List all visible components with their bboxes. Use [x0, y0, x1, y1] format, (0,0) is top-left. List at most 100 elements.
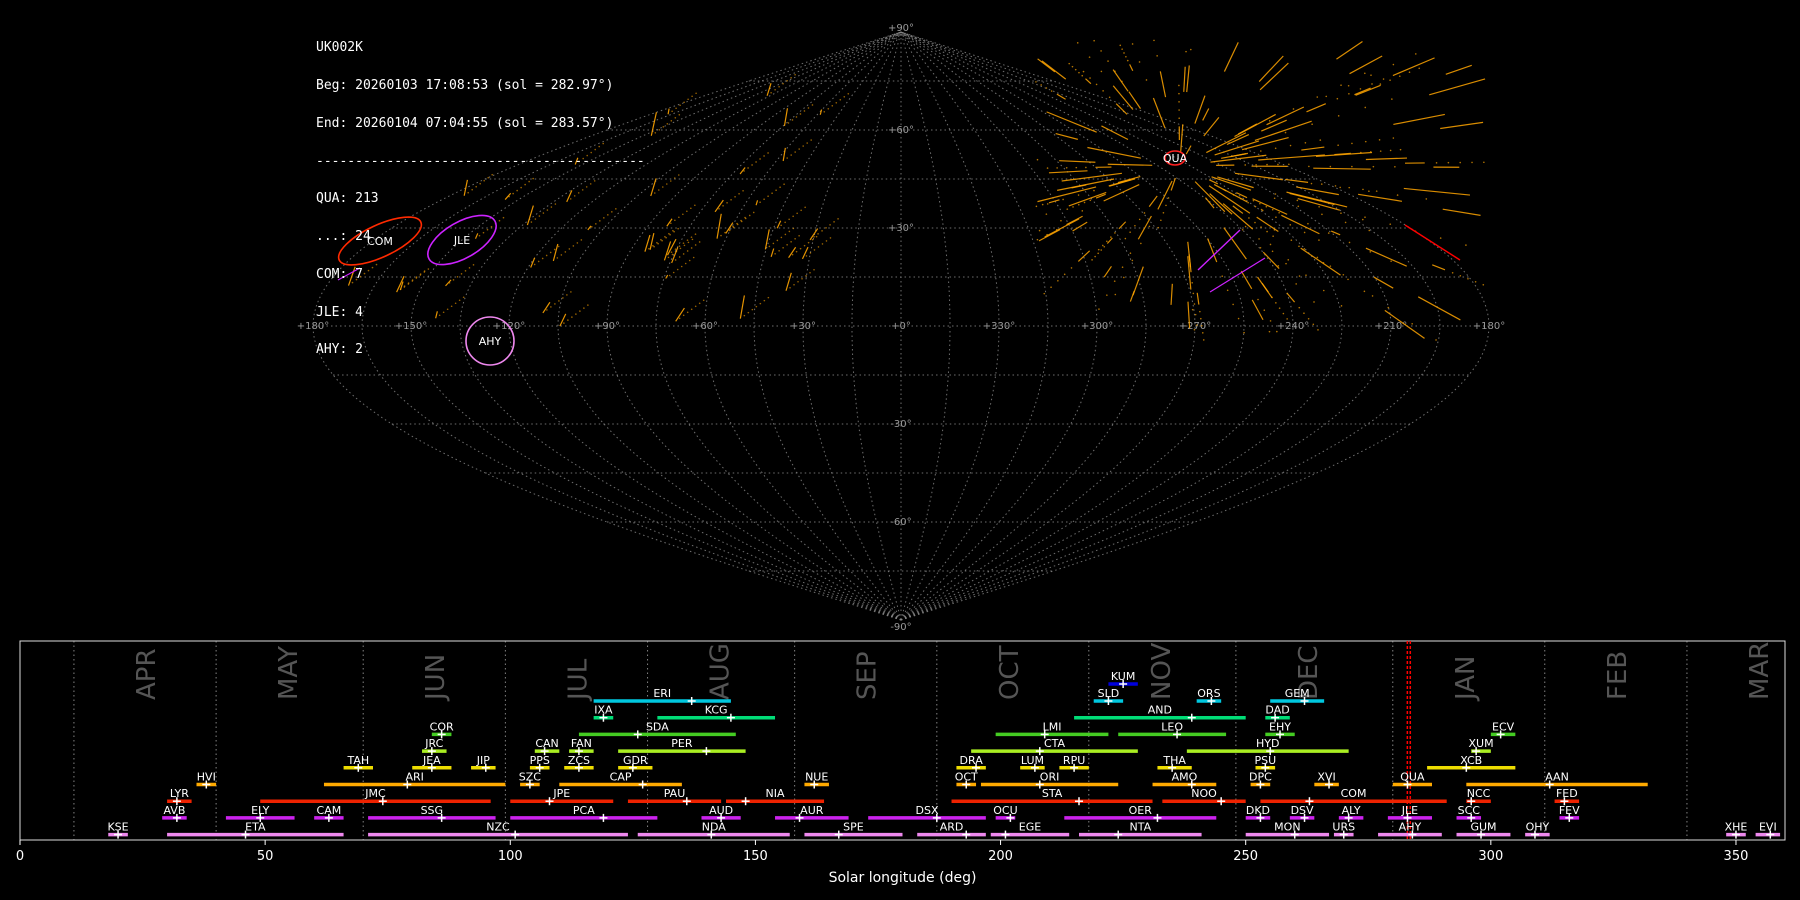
shower-label-leo: LEO — [1161, 720, 1183, 733]
shower-label-ari: ARI — [405, 771, 423, 784]
shower-label-jea: JEA — [422, 754, 441, 767]
shower-label-nue: NUE — [805, 771, 828, 784]
shower-label-sda: SDA — [646, 720, 669, 733]
shower-label-kcg: KCG — [705, 704, 728, 717]
shower-label-xum: XUM — [1468, 737, 1493, 750]
shower-label-mon: MON — [1274, 821, 1300, 834]
shower-label-aur: AUR — [800, 804, 824, 817]
shower-label-jrc: JRC — [424, 737, 443, 750]
separator: ----------------------------------------… — [316, 153, 645, 169]
shower-label-ocu: OCU — [993, 804, 1017, 817]
shower-label-dsx: DSX — [916, 804, 939, 817]
shower-label-nia: NIA — [766, 787, 785, 800]
shower-label-ohy: OHY — [1526, 821, 1550, 834]
x-tick-label: 300 — [1478, 849, 1503, 864]
month-label: JUN — [421, 654, 451, 702]
shower-label-spe: SPE — [843, 821, 864, 834]
shower-label-gem: GEM — [1285, 687, 1310, 700]
month-label: OCT — [995, 645, 1025, 700]
x-tick-label: 350 — [1724, 849, 1749, 864]
shower-label-jmc: JMC — [364, 787, 386, 800]
shower-label-dad: DAD — [1265, 704, 1289, 717]
info-panel: UK002K Beg: 20260103 17:08:53 (sol = 282… — [316, 17, 645, 370]
shower-label-szc: SZC — [519, 771, 542, 784]
month-label: FEB — [1603, 651, 1633, 700]
count-jle: JLE: 4 — [316, 304, 363, 320]
x-tick-label: 200 — [988, 849, 1013, 864]
shower-label-and: AND — [1148, 704, 1172, 717]
station-id: UK002K — [316, 40, 363, 56]
x-axis-label: Solar longitude (deg) — [829, 870, 977, 886]
x-tick-label: 50 — [257, 849, 274, 864]
shower-label-ard: ARD — [940, 821, 964, 834]
shower-label-fev: FEV — [1559, 804, 1580, 817]
shower-label-zcs: ZCS — [568, 754, 590, 767]
shower-label-dra: DRA — [960, 754, 984, 767]
month-label: AUG — [706, 643, 736, 700]
shower-label-ecv: ECV — [1492, 720, 1515, 733]
begin-time: Beg: 20260103 17:08:53 (sol = 282.97°) — [316, 77, 614, 93]
shower-label-cap: CAP — [610, 771, 632, 784]
shower-label-ors: ORS — [1197, 687, 1220, 700]
shower-label-cor: COR — [430, 720, 454, 733]
shower-label-lyr: LYR — [170, 787, 189, 800]
shower-label-xvi: XVI — [1317, 771, 1335, 784]
x-tick-label: 250 — [1233, 849, 1258, 864]
shower-label-ssg: SSG — [421, 804, 444, 817]
shower-label-xhe: XHE — [1725, 821, 1748, 834]
shower-label-dsv: DSV — [1291, 804, 1314, 817]
count-qua: QUA: 213 — [316, 191, 379, 207]
shower-label-ege: EGE — [1019, 821, 1041, 834]
shower-label-amo: AMO — [1172, 771, 1198, 784]
shower-label-pps: PPS — [530, 754, 550, 767]
shower-label-can: CAN — [535, 737, 558, 750]
count-com: COM: 7 — [316, 266, 363, 282]
shower-label-sta: STA — [1042, 787, 1063, 800]
end-time: End: 20260104 07:04:55 (sol = 283.57°) — [316, 115, 614, 131]
x-tick-label: 100 — [498, 849, 523, 864]
month-label: MAR — [1745, 642, 1775, 700]
month-label: SEP — [853, 651, 883, 700]
x-tick-label: 150 — [743, 849, 768, 864]
shower-label-nta: NTA — [1129, 821, 1151, 834]
shower-label-gum: GUM — [1470, 821, 1496, 834]
shower-label-fan: FAN — [571, 737, 592, 750]
month-label: MAY — [274, 646, 304, 700]
shower-label-hvi: HVI — [197, 771, 216, 784]
shower-label-dkd: DKD — [1246, 804, 1270, 817]
shower-label-ncc: NCC — [1467, 787, 1491, 800]
shower-label-kum: KUM — [1111, 670, 1135, 683]
shower-label-hyd: HYD — [1256, 737, 1279, 750]
shower-label-per: PER — [671, 737, 693, 750]
shower-label-nda: NDA — [702, 821, 727, 834]
shower-label-tha: THA — [1162, 754, 1186, 767]
shower-label-ori: ORI — [1040, 771, 1060, 784]
shower-label-jpe: JPE — [552, 787, 570, 800]
shower-label-noo: NOO — [1191, 787, 1217, 800]
shower-label-pau: PAU — [664, 787, 686, 800]
shower-label-urs: URS — [1332, 821, 1355, 834]
count-sporadic: ...: 24 — [316, 229, 371, 245]
shower-label-nzc: NZC — [486, 821, 510, 834]
shower-label-qua: QUA — [1400, 771, 1425, 784]
month-label: JAN — [1451, 656, 1481, 702]
shower-label-gdr: GDR — [623, 754, 648, 767]
shower-label-ahy: AHY — [1399, 821, 1422, 834]
shower-label-ehy: EHY — [1269, 720, 1291, 733]
shower-label-pca: PCA — [573, 804, 595, 817]
shower-label-cam: CAM — [317, 804, 342, 817]
shower-label-oct: OCT — [955, 771, 978, 784]
month-label: APR — [132, 648, 162, 700]
shower-label-aan: AAN — [1545, 771, 1569, 784]
shower-label-jle: JLE — [1401, 804, 1418, 817]
shower-label-eta: ETA — [245, 821, 266, 834]
shower-label-eri: ERI — [653, 687, 671, 700]
shower-label-psu: PSU — [1254, 754, 1276, 767]
shower-label-scc: SCC — [1458, 804, 1481, 817]
shower-label-cta: CTA — [1044, 737, 1066, 750]
shower-label-rpu: RPU — [1063, 754, 1085, 767]
month-label: JUL — [563, 658, 593, 702]
shower-label-lum: LUM — [1021, 754, 1044, 767]
shower-label-ixa: IXA — [594, 704, 613, 717]
shower-label-jip: JIP — [476, 754, 490, 767]
